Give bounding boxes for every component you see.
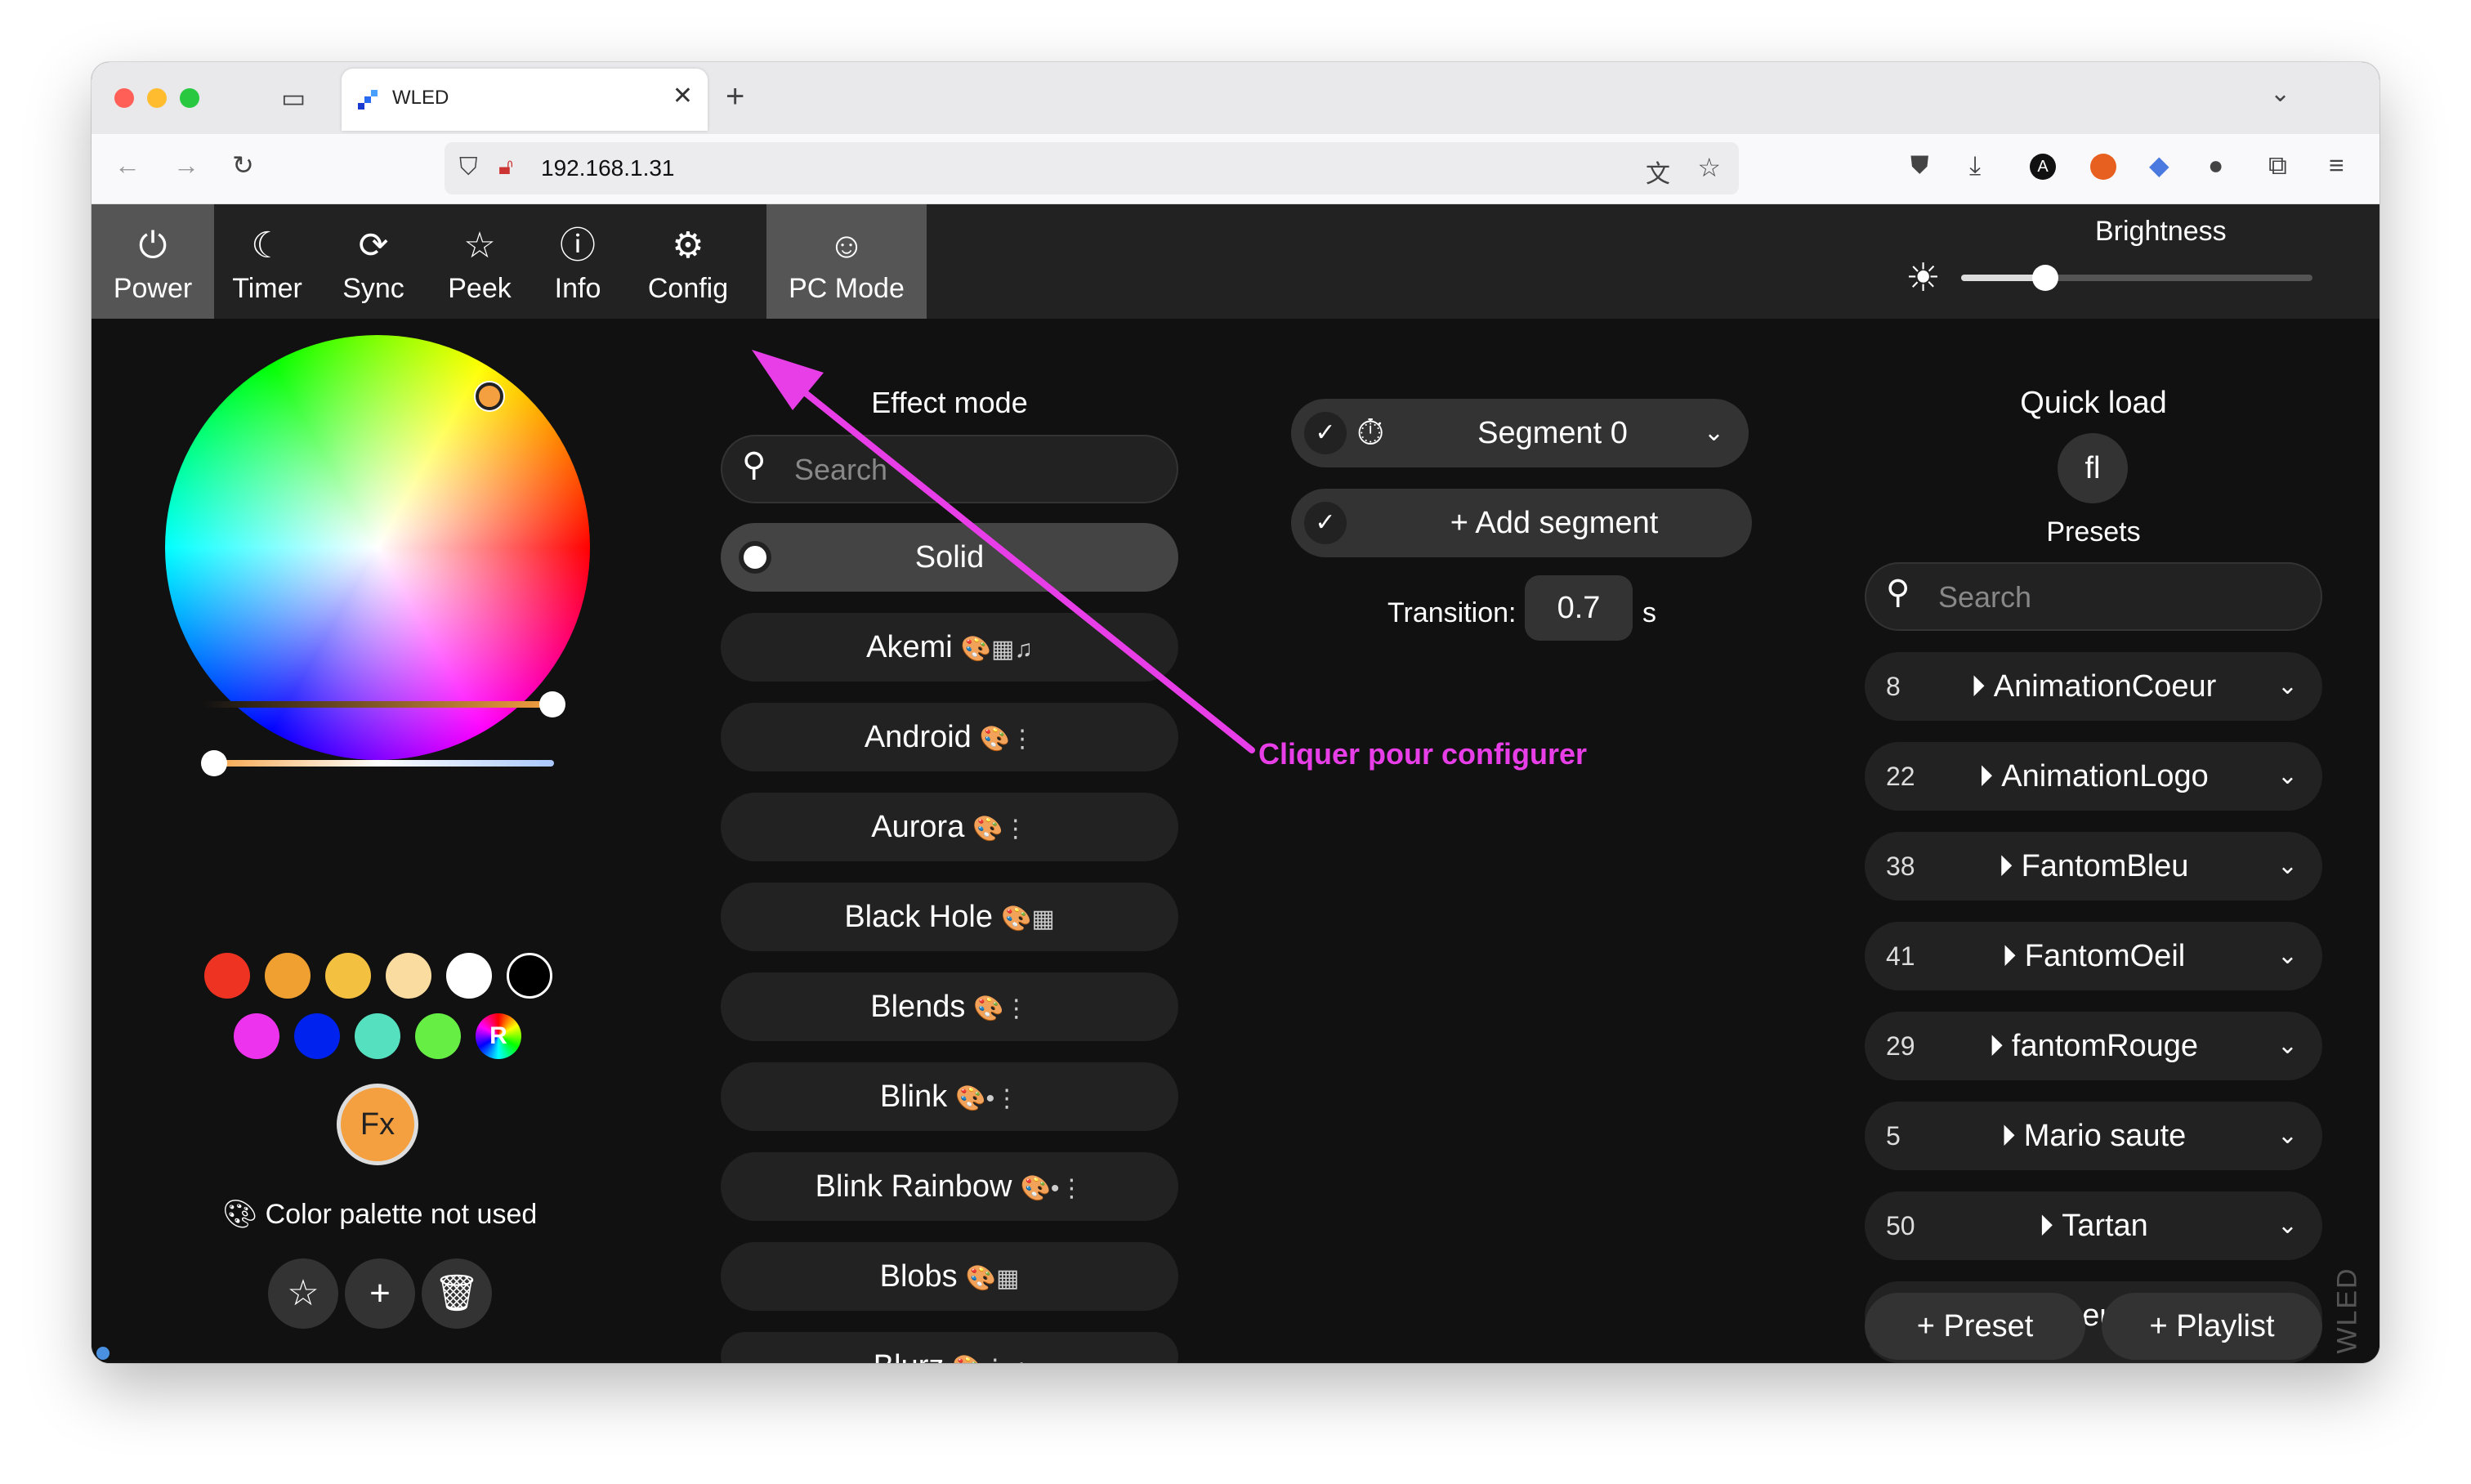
forward-button[interactable]: → xyxy=(173,152,199,178)
address-bar[interactable]: ⛉ 🔓︎ 192.168.1.31 文 ☆ xyxy=(445,142,1739,194)
shield-icon: ⛉ xyxy=(459,154,478,181)
back-button[interactable]: ← xyxy=(114,152,141,178)
wled-favicon-icon xyxy=(358,90,378,110)
pocket-icon[interactable]: ⛊ xyxy=(1910,154,1929,178)
annotation-arrow-line xyxy=(791,381,1255,753)
downloads-icon[interactable]: ⤓ xyxy=(1969,152,1981,178)
minimize-window-button[interactable] xyxy=(147,88,167,108)
bookmark-star-icon[interactable]: ☆ xyxy=(1697,152,1721,183)
tab-overview-icon[interactable]: ▭ xyxy=(281,85,306,111)
extension-a-icon[interactable]: A xyxy=(2030,154,2056,180)
browser-window: ▭ WLED ✕ + ⌄ ← → ↻ ⛉ 🔓︎ 192.168.1.31 文 ☆… xyxy=(92,62,2379,1363)
reload-button[interactable]: ↻ xyxy=(232,152,254,178)
translate-icon[interactable]: 文 xyxy=(1646,154,1670,190)
url-text: 192.168.1.31 xyxy=(541,155,675,181)
annotation-arrow xyxy=(752,350,1255,753)
tab-title: WLED xyxy=(392,87,449,109)
extension-diamond-icon[interactable]: ◆ xyxy=(2149,152,2169,178)
tab-strip: ▭ WLED ✕ + ⌄ xyxy=(92,62,2379,134)
zoom-window-button[interactable] xyxy=(180,88,199,108)
menu-icon[interactable]: ≡ xyxy=(2329,152,2344,178)
insecure-lock-icon: 🔓︎ xyxy=(498,154,514,179)
close-window-button[interactable] xyxy=(114,88,134,108)
annotation-text: Cliquer pour configurer xyxy=(1258,737,1588,771)
navigation-toolbar: ← → ↻ ⛉ 🔓︎ 192.168.1.31 文 ☆ ⛊ ⤓ A ◆ ● ⧉ … xyxy=(92,134,2379,204)
browser-tab[interactable]: WLED ✕ xyxy=(342,69,708,131)
extension-duck-icon[interactable] xyxy=(2090,154,2116,180)
extensions-puzzle-icon[interactable]: ⧉ xyxy=(2268,152,2287,178)
wled-app: ⏻ Power ☾ Timer ⟳ Sync ☆ Peek ⓘ Info ⚙ C… xyxy=(92,204,2379,1363)
close-tab-icon[interactable]: ✕ xyxy=(672,82,693,110)
new-tab-button[interactable]: + xyxy=(726,80,744,113)
tab-list-chevron-icon[interactable]: ⌄ xyxy=(2270,82,2290,106)
extension-spheres-icon[interactable]: ● xyxy=(2208,152,2223,178)
